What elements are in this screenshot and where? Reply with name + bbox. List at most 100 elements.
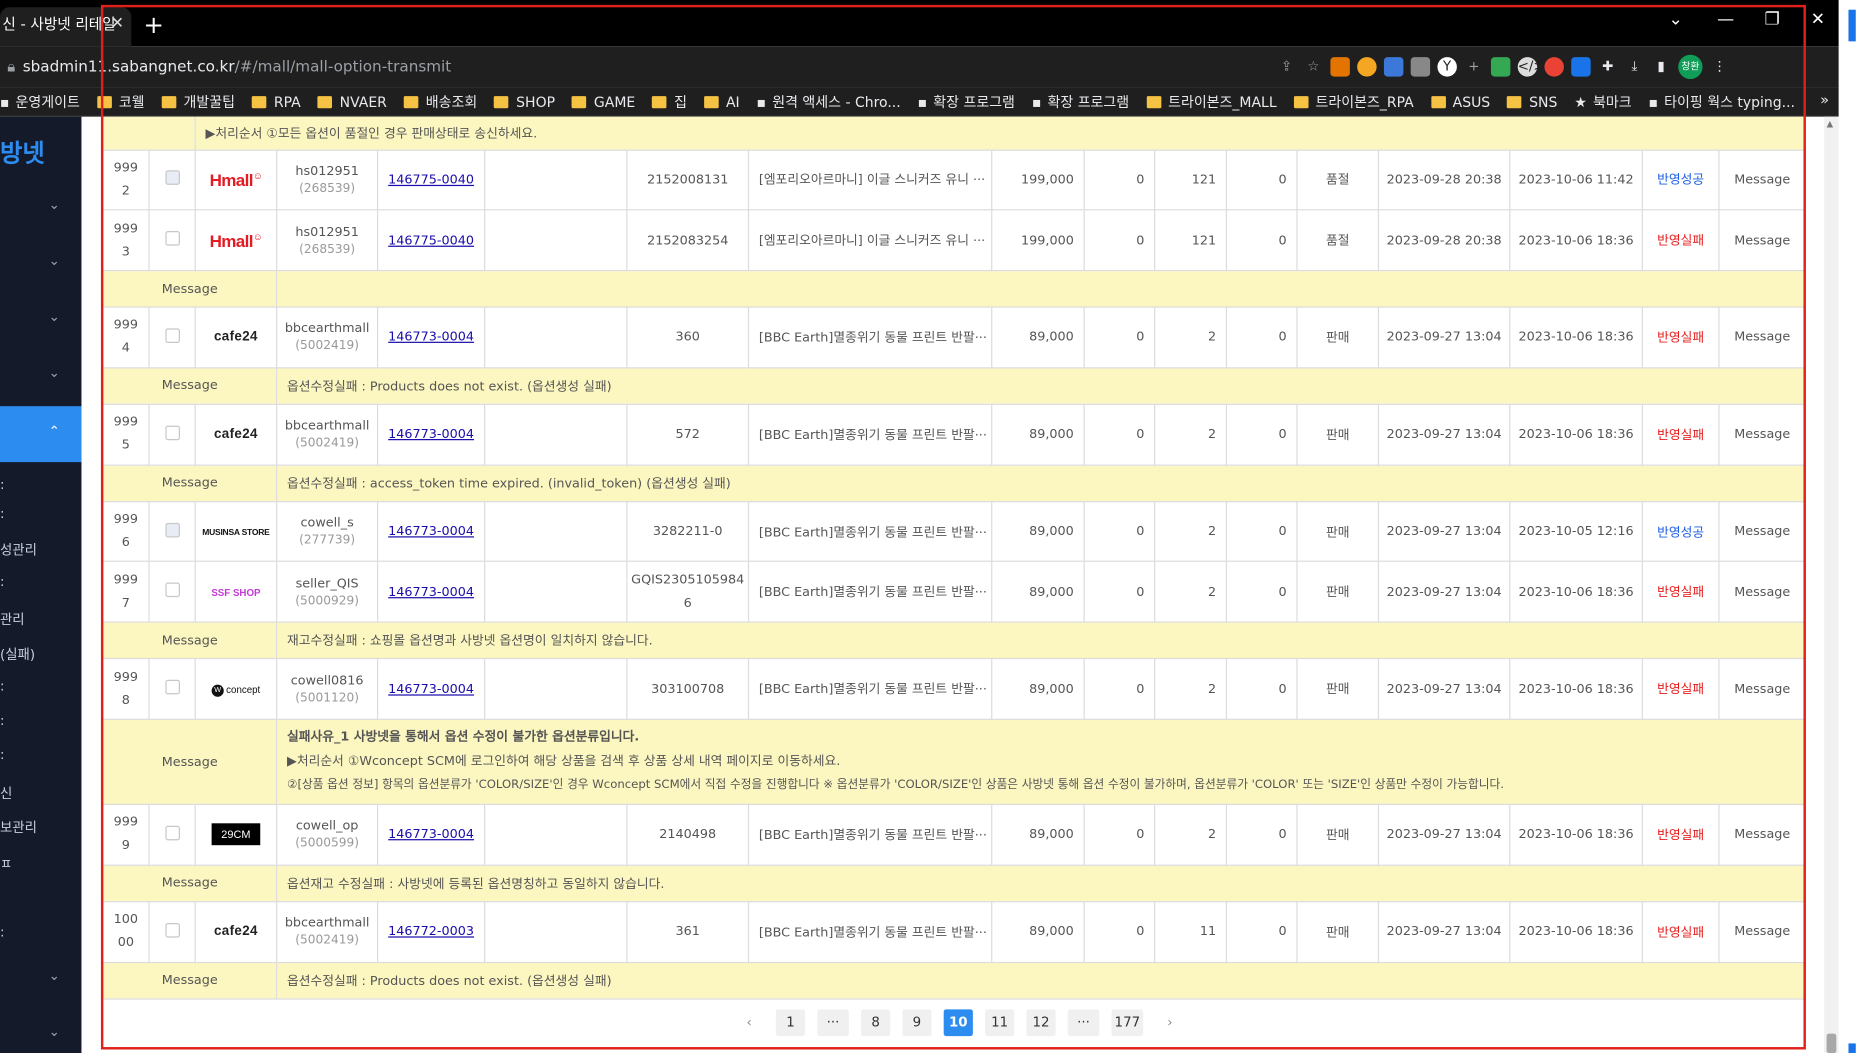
tab-search-icon[interactable]: ⌄: [1668, 10, 1682, 29]
extension-icon[interactable]: [1544, 57, 1564, 77]
message-button[interactable]: Message: [1718, 500, 1807, 563]
extension-icon[interactable]: [1357, 57, 1377, 77]
page-button[interactable]: 8: [860, 1009, 891, 1037]
bookmark-item[interactable]: ▪ 확장 프로그램: [1032, 92, 1129, 111]
chevron-down-icon[interactable]: ⌄: [49, 197, 60, 213]
sidebar-subitem[interactable]: 신: [0, 783, 12, 802]
next-page-button[interactable]: ›: [1155, 1009, 1184, 1036]
bookmarks-more-icon[interactable]: »: [1820, 91, 1829, 108]
sidebar-subitem[interactable]: :: [0, 924, 5, 940]
sidebar-subitem[interactable]: 관리: [0, 609, 25, 628]
bookmark-item[interactable]: 집: [652, 92, 687, 111]
scrollbar-thumb[interactable]: [1826, 1033, 1837, 1053]
url-field[interactable]: 🔒︎ sbadmin11.sabangnet.co.kr/#/mall/mall-…: [7, 55, 451, 79]
prev-page-button[interactable]: ‹: [735, 1009, 764, 1036]
product-code-link[interactable]: 146773-0004: [388, 524, 474, 539]
puzzle-icon[interactable]: ✚: [1598, 57, 1617, 76]
message-button[interactable]: Message: [1718, 658, 1807, 721]
page-ellipsis[interactable]: ···: [817, 1009, 849, 1037]
page-button[interactable]: 9: [902, 1009, 932, 1037]
product-code-link[interactable]: 146773-0004: [388, 427, 474, 442]
row-checkbox[interactable]: [164, 522, 180, 538]
message-button[interactable]: Message: [1718, 148, 1807, 211]
sidebar-subitem[interactable]: :: [0, 477, 5, 493]
message-button[interactable]: Message: [1718, 403, 1807, 466]
row-checkbox[interactable]: [164, 170, 180, 186]
bookmark-star-icon[interactable]: ☆: [1304, 57, 1323, 76]
row-checkbox[interactable]: [164, 680, 180, 695]
new-tab-button[interactable]: +: [143, 10, 163, 39]
sidebar-subitem[interactable]: 보관리: [0, 817, 37, 836]
bookmark-item[interactable]: ▪ 원격 액세스 - Chro...: [757, 92, 901, 111]
message-button[interactable]: Message: [1718, 561, 1807, 623]
bookmark-item[interactable]: ▪ 운영게이트: [0, 92, 80, 111]
table-row[interactable]: 999 8 Wconcept cowell0816 (5001120) 146773-00…: [102, 658, 1807, 721]
maximize-button[interactable]: ❐: [1765, 10, 1780, 29]
sidebar-subitem[interactable]: :: [0, 506, 5, 522]
table-row[interactable]: 999 6 MUSINSA STORE cowell_s (277739) 146773-…: [102, 500, 1807, 563]
message-button[interactable]: Message: [1718, 900, 1807, 963]
page-button[interactable]: 177: [1111, 1009, 1144, 1037]
sidepanel-icon[interactable]: ▮: [1651, 57, 1670, 76]
extension-icon[interactable]: [1330, 57, 1350, 77]
profile-avatar[interactable]: 창환: [1678, 54, 1703, 80]
scrollbar[interactable]: ▲ ▼: [1824, 116, 1839, 1053]
sidebar-subitem[interactable]: :: [0, 679, 5, 695]
camera-icon[interactable]: [1410, 57, 1431, 77]
row-checkbox[interactable]: [164, 922, 180, 938]
minimize-button[interactable]: —: [1717, 10, 1734, 29]
sidebar-subitem[interactable]: :: [0, 713, 5, 729]
row-checkbox[interactable]: [164, 328, 180, 343]
code-icon[interactable]: </>: [1517, 57, 1545, 77]
product-code-link[interactable]: 146773-0004: [388, 330, 474, 345]
scroll-up-icon[interactable]: ▲: [1827, 119, 1834, 129]
sidebar-item-active[interactable]: ⌃: [0, 406, 82, 463]
page-button[interactable]: 1: [775, 1009, 806, 1037]
extension-icon[interactable]: +: [1464, 57, 1483, 76]
sidebar-logo[interactable]: 방넷: [0, 134, 45, 169]
sidebar-subitem[interactable]: :: [0, 747, 5, 763]
table-row[interactable]: 999 4 cafe24 bbcearthmall (5002419) 146773-00…: [102, 306, 1807, 369]
table-row[interactable]: 999 3 Hmall☺ hs012951 (268539) 146775-0040 215…: [102, 209, 1807, 272]
extension-icon[interactable]: [1490, 57, 1511, 77]
chevron-down-icon[interactable]: ⌄: [49, 309, 60, 325]
table-row[interactable]: 100 00 cafe24 bbcearthmall (5002419) 146772-0…: [102, 900, 1807, 963]
chevron-down-icon[interactable]: ⌄: [49, 968, 60, 984]
page-ellipsis[interactable]: ···: [1067, 1009, 1100, 1037]
chevron-down-icon[interactable]: ⌄: [49, 1024, 60, 1040]
bookmark-item[interactable]: SHOP: [494, 93, 555, 110]
close-window-button[interactable]: ✕: [1811, 10, 1825, 29]
browser-tab[interactable]: 신 - 사방넷 리테일 ✕: [0, 7, 132, 47]
extension-icon[interactable]: [1383, 57, 1404, 77]
sidebar-subitem[interactable]: ㅍ: [0, 854, 12, 873]
bookmark-item[interactable]: ▪ 확장 프로그램: [918, 92, 1015, 111]
sidebar-subitem[interactable]: :: [0, 574, 5, 590]
product-code-link[interactable]: 146773-0004: [388, 828, 474, 843]
product-code-link[interactable]: 146775-0040: [388, 233, 474, 248]
row-checkbox[interactable]: [164, 825, 180, 841]
bookmark-item[interactable]: GAME: [572, 93, 635, 110]
chevron-down-icon[interactable]: ⌄: [49, 365, 60, 381]
extension-icon[interactable]: [1571, 57, 1591, 77]
page-button[interactable]: 11: [985, 1009, 1015, 1037]
product-code-link[interactable]: 146773-0004: [388, 682, 474, 697]
table-row[interactable]: 999 9 29CM cowell_op (5000599) 146773-0004 214…: [102, 803, 1807, 866]
bookmark-item[interactable]: RPA: [251, 93, 301, 110]
chevron-down-icon[interactable]: ⌄: [49, 253, 60, 269]
message-button[interactable]: Message: [1718, 803, 1807, 866]
sidebar-subitem[interactable]: 성관리: [0, 540, 37, 559]
table-row[interactable]: 999 2 Hmall☺ hs012951 (268539) 146775-0040 215…: [102, 148, 1807, 211]
bookmark-item[interactable]: AI: [704, 93, 740, 110]
product-code-link[interactable]: 146772-0003: [388, 925, 474, 940]
bookmark-item[interactable]: ▪ 타이핑 웍스 typing...: [1649, 92, 1795, 111]
page-button[interactable]: 10: [943, 1009, 973, 1037]
bookmark-item[interactable]: NVAER: [317, 93, 387, 110]
bookmark-item[interactable]: SNS: [1507, 93, 1557, 110]
table-row[interactable]: 999 5 cafe24 bbcearthmall (5002419) 146773-00…: [102, 403, 1807, 466]
share-icon[interactable]: ⇪: [1277, 57, 1296, 76]
tab-close-icon[interactable]: ✕: [111, 7, 124, 41]
sidebar-subitem[interactable]: (실패): [0, 645, 35, 664]
extension-icon[interactable]: Y: [1437, 57, 1457, 77]
message-button[interactable]: Message: [1718, 209, 1807, 272]
bookmark-item[interactable]: 트라이본즈_MALL: [1146, 92, 1277, 111]
